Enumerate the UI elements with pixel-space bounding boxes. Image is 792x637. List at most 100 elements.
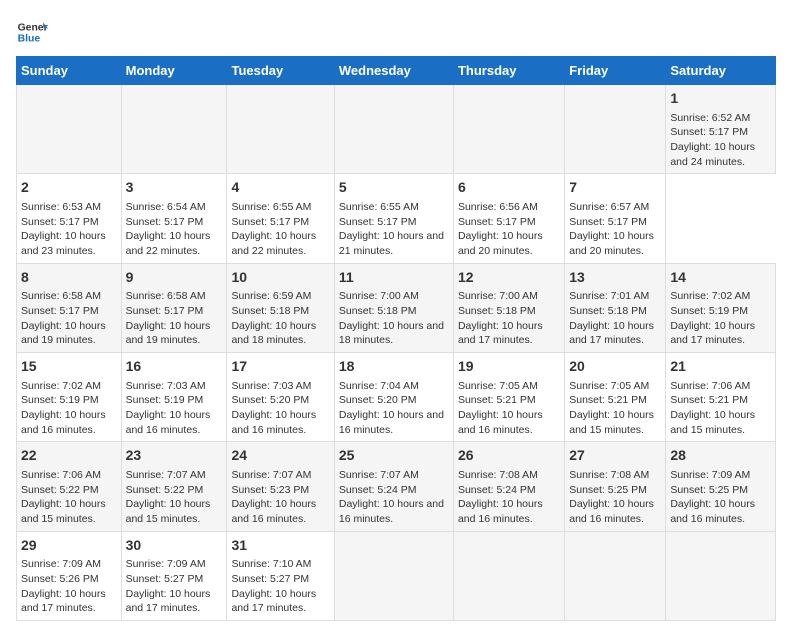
day-number: 5 (339, 178, 449, 198)
empty-cell (334, 85, 453, 174)
sunrise: Sunrise: 7:05 AM (458, 380, 538, 392)
daylight: Daylight: 10 hours and 16 minutes. (458, 498, 543, 525)
daylight: Daylight: 10 hours and 16 minutes. (569, 498, 654, 525)
day-number: 3 (126, 178, 223, 198)
day-number: 10 (231, 268, 329, 288)
sunset: Sunset: 5:19 PM (126, 394, 204, 406)
calendar-week-3: 8 Sunrise: 6:58 AM Sunset: 5:17 PM Daylight… (17, 263, 776, 352)
daylight: Daylight: 10 hours and 18 minutes. (339, 320, 444, 347)
empty-cell (227, 85, 334, 174)
day-cell-10: 10Sunrise: 6:59 AMSunset: 5:18 PMDayligh… (227, 263, 334, 352)
daylight: Daylight: 10 hours and 22 minutes. (126, 230, 211, 257)
calendar-week-6: 29Sunrise: 7:09 AMSunset: 5:26 PMDayligh… (17, 531, 776, 620)
day-number: 21 (670, 357, 771, 377)
sunrise: Sunrise: 6:58 AM (126, 290, 206, 302)
sunset: Sunset: 5:26 PM (21, 573, 99, 585)
day-number: 4 (231, 178, 329, 198)
day-cell-8: 8 Sunrise: 6:58 AM Sunset: 5:17 PM Daylight… (17, 263, 122, 352)
sunset: Sunset: 5:17 PM (21, 216, 99, 228)
header-thursday: Thursday (453, 57, 564, 85)
sunrise: Sunrise: 6:58 AM (21, 290, 101, 302)
daylight: Daylight: 10 hours and 17 minutes. (670, 320, 755, 347)
daylight: Daylight: 10 hours and 16 minutes. (339, 409, 444, 436)
day-cell-16: 16Sunrise: 7:03 AMSunset: 5:19 PMDayligh… (121, 353, 227, 442)
day-cell-25: 25Sunrise: 7:07 AMSunset: 5:24 PMDayligh… (334, 442, 453, 531)
day-cell-1: 1Sunrise: 6:52 AMSunset: 5:17 PMDaylight… (666, 85, 776, 174)
daylight: Daylight: 10 hours and 24 minutes. (670, 141, 755, 168)
sunset: Sunset: 5:21 PM (458, 394, 536, 406)
sunrise: Sunrise: 6:53 AM (21, 201, 101, 213)
calendar-week-1: 1Sunrise: 6:52 AMSunset: 5:17 PMDaylight… (17, 85, 776, 174)
sunset: Sunset: 5:22 PM (126, 484, 204, 496)
daylight: Daylight: 10 hours and 17 minutes. (21, 588, 106, 615)
day-number: 17 (231, 357, 329, 377)
day-cell-2: 2Sunrise: 6:53 AMSunset: 5:17 PMDaylight… (17, 174, 122, 263)
daylight: Daylight: 10 hours and 17 minutes. (231, 588, 316, 615)
daylight: Daylight: 10 hours and 16 minutes. (231, 409, 316, 436)
empty-cell (453, 531, 564, 620)
day-cell-27: 27Sunrise: 7:08 AMSunset: 5:25 PMDayligh… (565, 442, 666, 531)
calendar-table: SundayMondayTuesdayWednesdayThursdayFrid… (16, 56, 776, 621)
empty-cell (334, 531, 453, 620)
daylight: Daylight: 10 hours and 18 minutes. (231, 320, 316, 347)
daylight: Daylight: 10 hours and 15 minutes. (21, 498, 106, 525)
sunset: Sunset: 5:24 PM (458, 484, 536, 496)
header-monday: Monday (121, 57, 227, 85)
sunset: Sunset: 5:20 PM (339, 394, 417, 406)
daylight: Daylight: 10 hours and 19 minutes. (21, 320, 106, 347)
day-cell-9: 9Sunrise: 6:58 AMSunset: 5:17 PMDaylight… (121, 263, 227, 352)
day-cell-28: 28Sunrise: 7:09 AMSunset: 5:25 PMDayligh… (666, 442, 776, 531)
calendar-header-row: SundayMondayTuesdayWednesdayThursdayFrid… (17, 57, 776, 85)
day-number: 18 (339, 357, 449, 377)
day-cell-19: 19Sunrise: 7:05 AMSunset: 5:21 PMDayligh… (453, 353, 564, 442)
day-number: 8 (21, 268, 117, 288)
empty-cell (666, 531, 776, 620)
day-number: 22 (21, 446, 117, 466)
day-number: 14 (670, 268, 771, 288)
daylight: Daylight: 10 hours and 16 minutes. (21, 409, 106, 436)
sunset: Sunset: 5:17 PM (21, 305, 99, 317)
sunrise: Sunrise: 7:01 AM (569, 290, 649, 302)
sunrise: Sunrise: 7:10 AM (231, 558, 311, 570)
day-number: 27 (569, 446, 661, 466)
page-header: General Blue (16, 16, 776, 48)
sunrise: Sunrise: 6:59 AM (231, 290, 311, 302)
day-number: 16 (126, 357, 223, 377)
sunrise: Sunrise: 7:04 AM (339, 380, 419, 392)
day-cell-22: 22Sunrise: 7:06 AMSunset: 5:22 PMDayligh… (17, 442, 122, 531)
header-sunday: Sunday (17, 57, 122, 85)
day-number: 6 (458, 178, 560, 198)
daylight: Daylight: 10 hours and 16 minutes. (339, 498, 444, 525)
daylight: Daylight: 10 hours and 16 minutes. (231, 498, 316, 525)
sunset: Sunset: 5:24 PM (339, 484, 417, 496)
sunrise: Sunrise: 7:06 AM (21, 469, 101, 481)
day-number: 23 (126, 446, 223, 466)
day-number: 24 (231, 446, 329, 466)
day-number: 9 (126, 268, 223, 288)
sunset: Sunset: 5:17 PM (339, 216, 417, 228)
day-number: 25 (339, 446, 449, 466)
day-number: 2 (21, 178, 117, 198)
header-tuesday: Tuesday (227, 57, 334, 85)
daylight: Daylight: 10 hours and 15 minutes. (569, 409, 654, 436)
sunrise: Sunrise: 7:06 AM (670, 380, 750, 392)
sunrise: Sunrise: 7:09 AM (126, 558, 206, 570)
day-cell-11: 11Sunrise: 7:00 AMSunset: 5:18 PMDayligh… (334, 263, 453, 352)
daylight: Daylight: 10 hours and 22 minutes. (231, 230, 316, 257)
day-cell-5: 5Sunrise: 6:55 AMSunset: 5:17 PMDaylight… (334, 174, 453, 263)
day-number: 1 (670, 89, 771, 109)
day-cell-14: 14Sunrise: 7:02 AMSunset: 5:19 PMDayligh… (666, 263, 776, 352)
sunset: Sunset: 5:25 PM (569, 484, 647, 496)
sunset: Sunset: 5:17 PM (569, 216, 647, 228)
day-number: 28 (670, 446, 771, 466)
sunset: Sunset: 5:18 PM (569, 305, 647, 317)
daylight: Daylight: 10 hours and 17 minutes. (126, 588, 211, 615)
sunrise: Sunrise: 7:03 AM (231, 380, 311, 392)
sunrise: Sunrise: 6:52 AM (670, 112, 750, 124)
empty-cell (121, 85, 227, 174)
day-cell-13: 13Sunrise: 7:01 AMSunset: 5:18 PMDayligh… (565, 263, 666, 352)
daylight: Daylight: 10 hours and 15 minutes. (126, 498, 211, 525)
day-number: 12 (458, 268, 560, 288)
daylight: Daylight: 10 hours and 21 minutes. (339, 230, 444, 257)
sunset: Sunset: 5:20 PM (231, 394, 309, 406)
